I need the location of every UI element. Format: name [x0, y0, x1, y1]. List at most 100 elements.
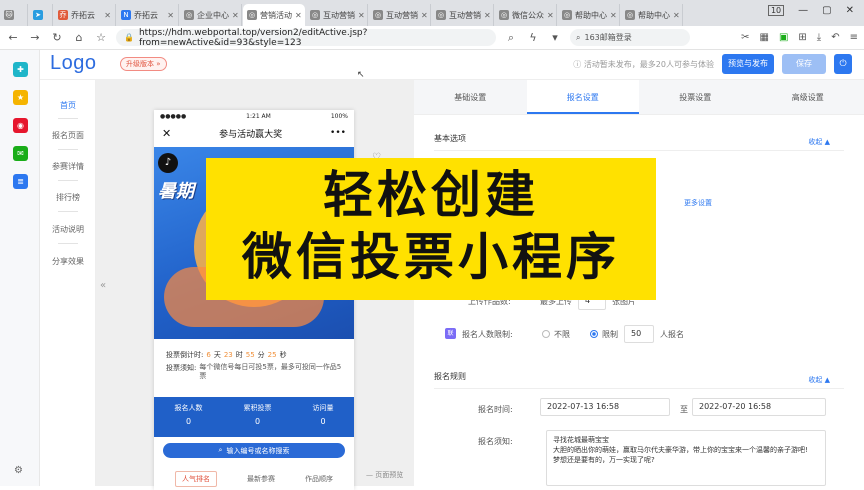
- music-icon[interactable]: ♪: [158, 153, 178, 173]
- section-divider: [434, 150, 844, 151]
- grid-icon[interactable]: ▦: [760, 32, 769, 43]
- tab-popular[interactable]: 人气排名: [175, 471, 217, 487]
- browser-tab-label: 微信公众: [512, 10, 544, 21]
- tab-latest[interactable]: 最新参赛: [247, 474, 275, 484]
- collapse-basic-link[interactable]: 收起 ▲: [808, 137, 830, 147]
- mail-icon[interactable]: ✉: [13, 146, 28, 161]
- stat-visits: 访问量0: [313, 403, 334, 437]
- menu-item-home[interactable]: 首页: [40, 100, 96, 111]
- close-icon[interactable]: ✕: [162, 127, 171, 140]
- browser-tab[interactable]: ◎帮助中心✕: [621, 4, 683, 26]
- stat-label: 累积投票: [244, 403, 272, 413]
- radio-unlimited[interactable]: [542, 330, 550, 338]
- menu-item-entry-details[interactable]: 参赛详情: [40, 161, 96, 172]
- window-badge[interactable]: 10: [768, 5, 784, 16]
- browser-home-tab[interactable]: 🐱: [0, 4, 28, 26]
- menu-item-activity-info[interactable]: 活动说明: [40, 224, 96, 235]
- menu-item-ranking[interactable]: 排行榜: [40, 192, 96, 203]
- stat-votes: 累积投票0: [244, 403, 272, 437]
- tab-order[interactable]: 作品顺序: [305, 474, 333, 484]
- phone-title: 参与活动赢大奖: [219, 127, 282, 140]
- menu-item-signup[interactable]: 报名页面: [40, 130, 96, 141]
- radio-limited[interactable]: [590, 330, 598, 338]
- browser-tab[interactable]: N乔拓云✕: [117, 4, 179, 26]
- zoom-icon[interactable]: ⌕: [504, 31, 518, 45]
- stat-signups: 报名人数0: [175, 403, 203, 437]
- browser-tab-label: 互动营销: [386, 10, 418, 21]
- download-icon[interactable]: ⤓: [817, 32, 821, 43]
- more-icon[interactable]: •••: [330, 128, 346, 138]
- browser-tab[interactable]: ◎互动营销✕: [432, 4, 494, 26]
- forward-icon[interactable]: →: [28, 31, 42, 44]
- browser-tab[interactable]: ◎互动营销✕: [369, 4, 431, 26]
- preview-publish-button[interactable]: 预览与发布: [722, 54, 774, 74]
- favicon-icon: ◎: [499, 10, 509, 20]
- wechat-icon[interactable]: ▣: [779, 32, 788, 43]
- star-icon[interactable]: ★: [13, 90, 28, 105]
- scissors-icon[interactable]: ✂: [741, 32, 749, 43]
- back-icon[interactable]: ←: [6, 31, 20, 44]
- close-tab-icon[interactable]: ✕: [232, 11, 239, 20]
- close-tab-icon[interactable]: ✕: [421, 11, 428, 20]
- address-bar: ← → ↻ ⌂ ☆ 🔒 https://hdm.webportal.top/ve…: [0, 26, 864, 50]
- weibo-icon[interactable]: ◉: [13, 118, 28, 133]
- url-field[interactable]: 🔒 https://hdm.webportal.top/version2/edi…: [116, 29, 496, 46]
- browser-tab[interactable]: ◎营销活动✕: [243, 4, 305, 26]
- close-tab-icon[interactable]: ✕: [673, 11, 680, 20]
- undo-icon[interactable]: ↶: [831, 32, 839, 43]
- menu-icon[interactable]: ≡: [850, 32, 858, 43]
- browser-tab[interactable]: ◎互动营销✕: [306, 4, 368, 26]
- browser-tabs: 乔乔拓云✕N乔拓云✕◎企业中心✕◎营销活动✕◎互动营销✕◎互动营销✕◎互动营销✕…: [54, 4, 684, 26]
- close-tab-icon[interactable]: ✕: [610, 11, 617, 20]
- settings-gear-icon[interactable]: ⚙: [14, 465, 23, 476]
- browser-tab[interactable]: ◎帮助中心✕: [558, 4, 620, 26]
- tab-signup-settings[interactable]: 报名设置: [527, 80, 640, 114]
- power-icon[interactable]: ⏻: [834, 54, 852, 74]
- collapse-menu-icon[interactable]: «: [100, 280, 106, 291]
- countdown-seconds: 25: [268, 351, 277, 359]
- time-separator: 至: [680, 404, 688, 415]
- apps-icon[interactable]: ⊞: [798, 32, 806, 43]
- plugin-icon[interactable]: ✚: [13, 62, 28, 77]
- document-icon[interactable]: ≣: [13, 174, 28, 189]
- browser-tab[interactable]: ◎微信公众✕: [495, 4, 557, 26]
- browser-tab[interactable]: 乔乔拓云✕: [54, 4, 116, 26]
- menu-item-share[interactable]: 分享效果: [40, 256, 96, 267]
- tab-basic-settings[interactable]: 基础设置: [414, 80, 527, 114]
- upgrade-button[interactable]: 升级版本 »: [120, 57, 167, 71]
- collapse-rules-link[interactable]: 收起 ▲: [808, 375, 830, 385]
- tab-advanced-settings[interactable]: 高级设置: [752, 80, 864, 114]
- more-settings-link[interactable]: 更多设置: [684, 198, 712, 208]
- close-tab-icon[interactable]: ✕: [104, 11, 111, 20]
- lightning-icon[interactable]: ϟ: [526, 31, 540, 44]
- signup-notice-textarea[interactable]: 寻找花城最萌宝宝 大胆的晒出你的萌娃，赢取马尔代夫豪华游，带上你的宝宝来一个温馨…: [546, 430, 826, 486]
- favicon-icon: 乔: [58, 10, 68, 20]
- home-icon[interactable]: ⌂: [72, 31, 86, 44]
- window-controls: 10 — ▢ ✕: [768, 0, 864, 20]
- tab-vote-settings[interactable]: 投票设置: [639, 80, 752, 114]
- signup-end-input[interactable]: 2022-07-20 16:58: [692, 398, 826, 416]
- browser-tab[interactable]: ◎企业中心✕: [180, 4, 242, 26]
- signup-start-input[interactable]: 2022-07-13 16:58: [540, 398, 670, 416]
- minimize-icon[interactable]: —: [798, 5, 808, 16]
- stat-value: 0: [175, 417, 203, 426]
- close-tab-icon[interactable]: ✕: [167, 11, 174, 20]
- dropdown-icon[interactable]: ▾: [548, 31, 562, 44]
- notice-label: 投票须知:: [166, 363, 196, 373]
- close-tab-icon[interactable]: ✕: [484, 11, 491, 20]
- section-divider: [434, 388, 844, 389]
- browser-search-box[interactable]: ⌕ 163邮箱登录: [570, 29, 690, 46]
- reload-icon[interactable]: ↻: [50, 31, 64, 44]
- telegram-tab[interactable]: ➤: [29, 4, 53, 26]
- maximize-icon[interactable]: ▢: [822, 5, 831, 16]
- close-window-icon[interactable]: ✕: [846, 5, 854, 16]
- close-tab-icon[interactable]: ✕: [358, 11, 365, 20]
- save-button[interactable]: 保存: [782, 54, 826, 74]
- close-tab-icon[interactable]: ✕: [547, 11, 554, 20]
- close-tab-icon[interactable]: ✕: [295, 11, 302, 20]
- entry-search-input[interactable]: ⌕ 输入编号或名称搜索: [162, 442, 346, 459]
- limit-count-input[interactable]: 50: [624, 325, 654, 343]
- countdown-hours-unit: 时: [236, 350, 243, 360]
- limit-tag-icon: 联: [445, 328, 456, 339]
- bookmark-icon[interactable]: ☆: [94, 31, 108, 44]
